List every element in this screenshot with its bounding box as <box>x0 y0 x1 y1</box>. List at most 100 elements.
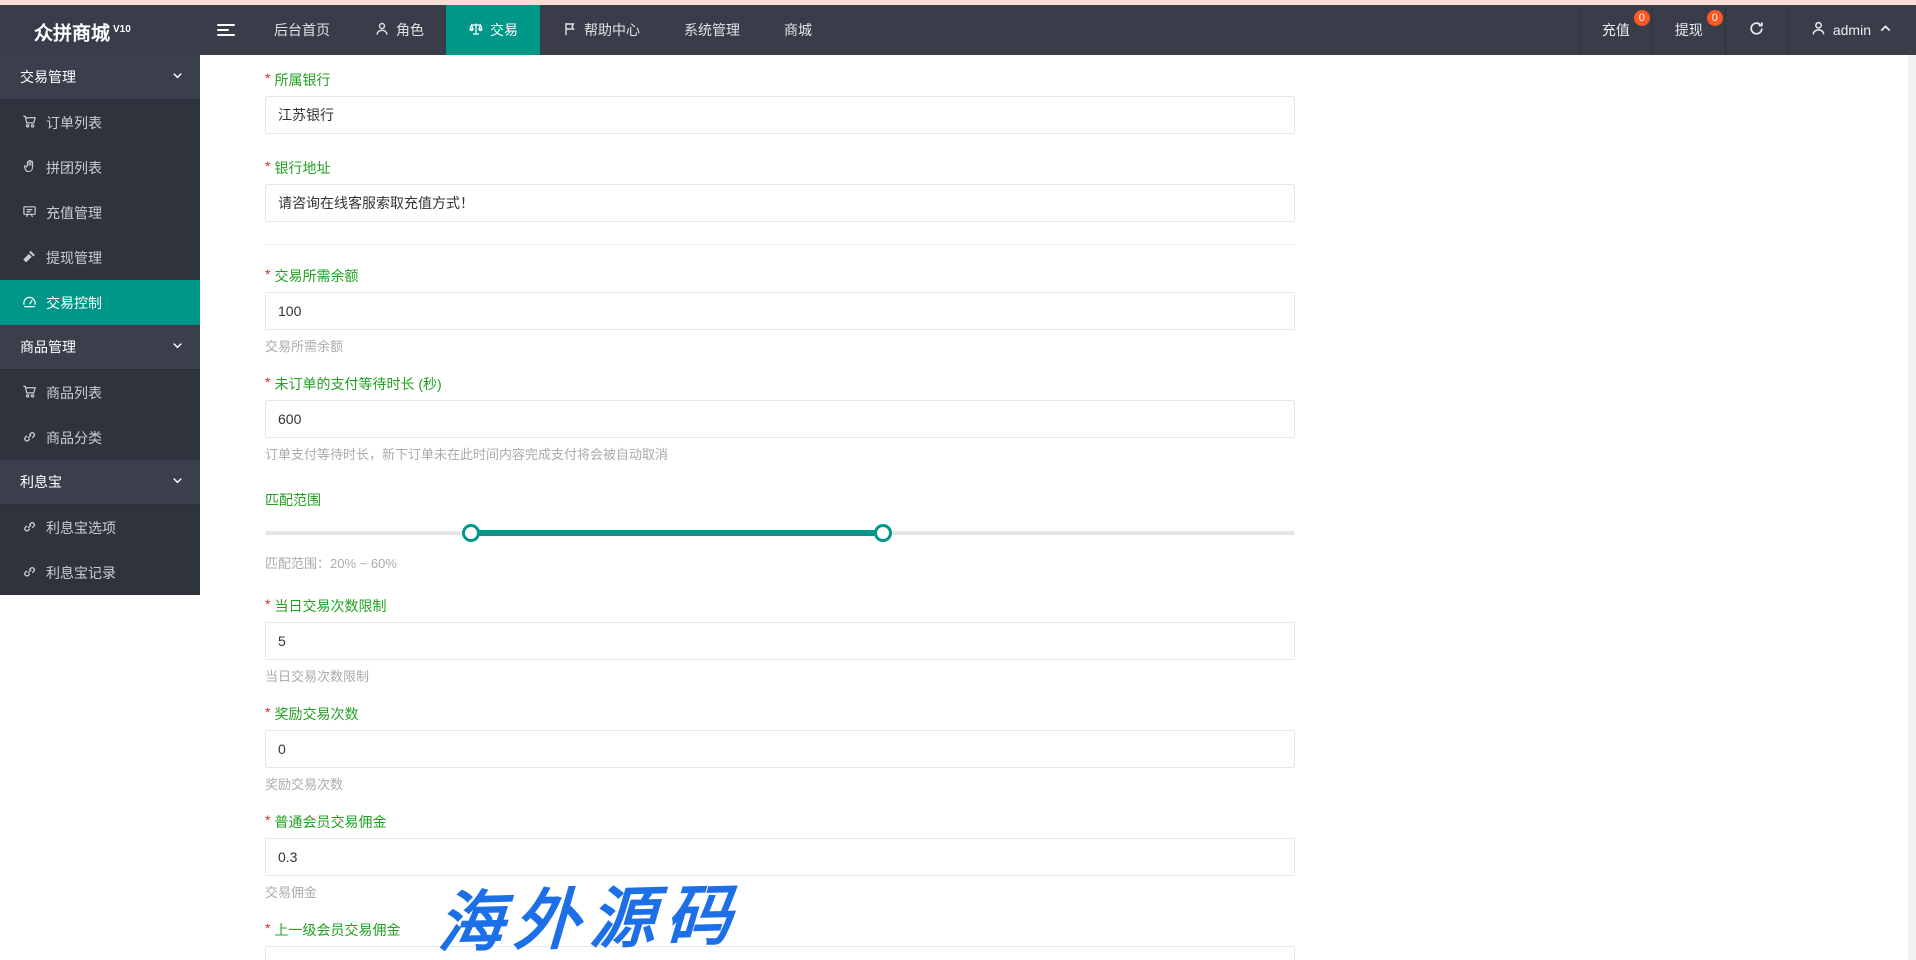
sidebar-item-withdraw-management[interactable]: 提现管理 <box>0 235 200 280</box>
refresh-button[interactable] <box>1724 5 1787 55</box>
form-field-match-range: 匹配范围 匹配范围：20% ~ 60% <box>265 490 1295 572</box>
form-divider <box>265 244 1295 245</box>
chevron-down-icon <box>170 68 185 86</box>
sidebar-item-lixibao-records[interactable]: 利息宝记录 <box>0 550 200 595</box>
nav-item-mall[interactable]: 商城 <box>762 5 834 55</box>
section-label: 商品管理 <box>20 339 76 355</box>
field-label: 当日交易次数限制 <box>274 598 387 614</box>
nav-label: 商城 <box>784 22 812 38</box>
top-navbar: 众拼商城 V10 后台首页 角色 交易 帮助中心 系统管理 商城 充值 0 提现… <box>0 5 1916 55</box>
recharge-button[interactable]: 充值 0 <box>1578 5 1652 55</box>
form-field-parent-commission: *上一级会员交易佣金 交易佣金 <box>265 918 1295 960</box>
field-label: 上一级会员交易佣金 <box>274 922 401 938</box>
match-range-slider <box>265 523 1295 543</box>
recharge-badge: 0 <box>1633 10 1650 26</box>
sidebar-item-group-list[interactable]: 拼团列表 <box>0 145 200 190</box>
field-helper: 交易佣金 <box>265 885 318 900</box>
header-right-controls: 充值 0 提现 0 admin <box>1578 5 1916 55</box>
field-helper: 奖励交易次数 <box>265 777 344 792</box>
chevron-down-icon <box>170 473 185 491</box>
bank-name-input[interactable] <box>265 96 1295 134</box>
sidebar-item-label: 提现管理 <box>46 249 102 266</box>
cart-icon <box>22 114 37 132</box>
withdraw-button[interactable]: 提现 0 <box>1651 5 1725 55</box>
sidebar-item-trade-control[interactable]: 交易控制 <box>0 280 200 325</box>
board-icon <box>22 204 37 222</box>
user-icon <box>374 21 390 40</box>
slider-selected-range <box>471 530 883 536</box>
sidebar-item-product-list[interactable]: 商品列表 <box>0 370 200 415</box>
form-field-required-balance: *交易所需余额 交易所需余额 <box>265 264 1295 356</box>
trade-control-form: *所属银行 *银行地址 *交易所需余额 交易所需余额 *未订单的支付等待时长 (… <box>200 55 1295 960</box>
menu-icon[interactable] <box>200 5 252 55</box>
link-icon <box>22 519 37 537</box>
window-top-strip <box>0 0 1916 5</box>
nav-label: 交易 <box>490 22 518 38</box>
sidebar-item-recharge-management[interactable]: 充值管理 <box>0 190 200 235</box>
slider-handle-min[interactable] <box>462 524 480 542</box>
form-field-payment-wait-time: *未订单的支付等待时长 (秒) 订单支付等待时长，新下订单未在此时间内容完成支付… <box>265 372 1295 464</box>
watermark-text: 海外源码 <box>436 875 744 960</box>
hand-icon <box>22 159 37 177</box>
field-helper: 交易所需余额 <box>265 339 344 354</box>
required-asterisk: * <box>265 812 271 828</box>
reward-trade-count-input[interactable] <box>265 730 1295 768</box>
sidebar-item-product-category[interactable]: 商品分类 <box>0 415 200 460</box>
slider-handle-max[interactable] <box>874 524 892 542</box>
required-asterisk: * <box>265 920 271 936</box>
required-balance-input[interactable] <box>265 292 1295 330</box>
form-field-bank-address: * 银行地址 <box>265 156 1295 222</box>
refresh-icon <box>1748 20 1765 40</box>
nav-item-help-center[interactable]: 帮助中心 <box>540 5 662 55</box>
sidebar-section-lixibao[interactable]: 利息宝 <box>0 460 200 505</box>
member-commission-input[interactable] <box>265 838 1295 876</box>
sidebar-item-label: 交易控制 <box>46 294 102 311</box>
chevron-up-icon <box>1877 20 1894 40</box>
sidebar-item-label: 拼团列表 <box>46 159 102 176</box>
vertical-scrollbar[interactable] <box>1908 55 1916 960</box>
sidebar-item-order-list[interactable]: 订单列表 <box>0 100 200 145</box>
sidebar-item-label: 商品列表 <box>46 384 102 401</box>
sidebar-item-label: 利息宝选项 <box>46 519 116 536</box>
chevron-down-icon <box>170 338 185 356</box>
nav-label: 角色 <box>396 22 424 38</box>
gavel-icon <box>22 249 37 267</box>
sidebar-item-label: 订单列表 <box>46 114 102 131</box>
sidebar-section-trade-management[interactable]: 交易管理 <box>0 55 200 100</box>
nav-item-dashboard[interactable]: 后台首页 <box>252 5 352 55</box>
username: admin <box>1832 22 1871 38</box>
field-label: 所属银行 <box>274 72 331 88</box>
parent-commission-input[interactable] <box>265 946 1295 960</box>
user-icon <box>1810 20 1827 40</box>
form-field-bank-name: * 所属银行 <box>265 68 1295 134</box>
field-helper: 当日交易次数限制 <box>265 669 370 684</box>
scales-icon <box>468 21 484 40</box>
nav-label: 系统管理 <box>684 22 740 38</box>
required-asterisk: * <box>265 158 271 174</box>
form-field-member-commission: *普通会员交易佣金 交易佣金 <box>265 810 1295 902</box>
field-helper: 订单支付等待时长，新下订单未在此时间内容完成支付将会被自动取消 <box>265 447 669 462</box>
form-field-reward-trade-count: *奖励交易次数 奖励交易次数 <box>265 702 1295 794</box>
nav-item-roles[interactable]: 角色 <box>352 5 446 55</box>
link-icon <box>22 429 37 447</box>
nav-item-trade[interactable]: 交易 <box>446 5 540 55</box>
field-helper: 匹配范围：20% ~ 60% <box>265 556 397 571</box>
cart-icon <box>22 384 37 402</box>
bank-address-input[interactable] <box>265 184 1295 222</box>
sidebar-section-product-management[interactable]: 商品管理 <box>0 325 200 370</box>
app-title: 众拼商城 <box>34 23 111 45</box>
sidebar-item-label: 商品分类 <box>46 429 102 446</box>
section-label: 利息宝 <box>20 474 62 490</box>
field-label: 奖励交易次数 <box>274 706 359 722</box>
field-label: 银行地址 <box>274 160 331 176</box>
link-icon <box>22 564 37 582</box>
nav-item-system[interactable]: 系统管理 <box>662 5 762 55</box>
gauge-icon <box>22 294 37 312</box>
user-menu[interactable]: admin <box>1786 5 1916 55</box>
daily-trade-limit-input[interactable] <box>265 622 1295 660</box>
required-asterisk: * <box>265 70 271 86</box>
payment-wait-time-input[interactable] <box>265 400 1295 438</box>
sidebar-item-lixibao-options[interactable]: 利息宝选项 <box>0 505 200 550</box>
field-label: 交易所需余额 <box>274 268 359 284</box>
app-version: V10 <box>113 24 131 35</box>
